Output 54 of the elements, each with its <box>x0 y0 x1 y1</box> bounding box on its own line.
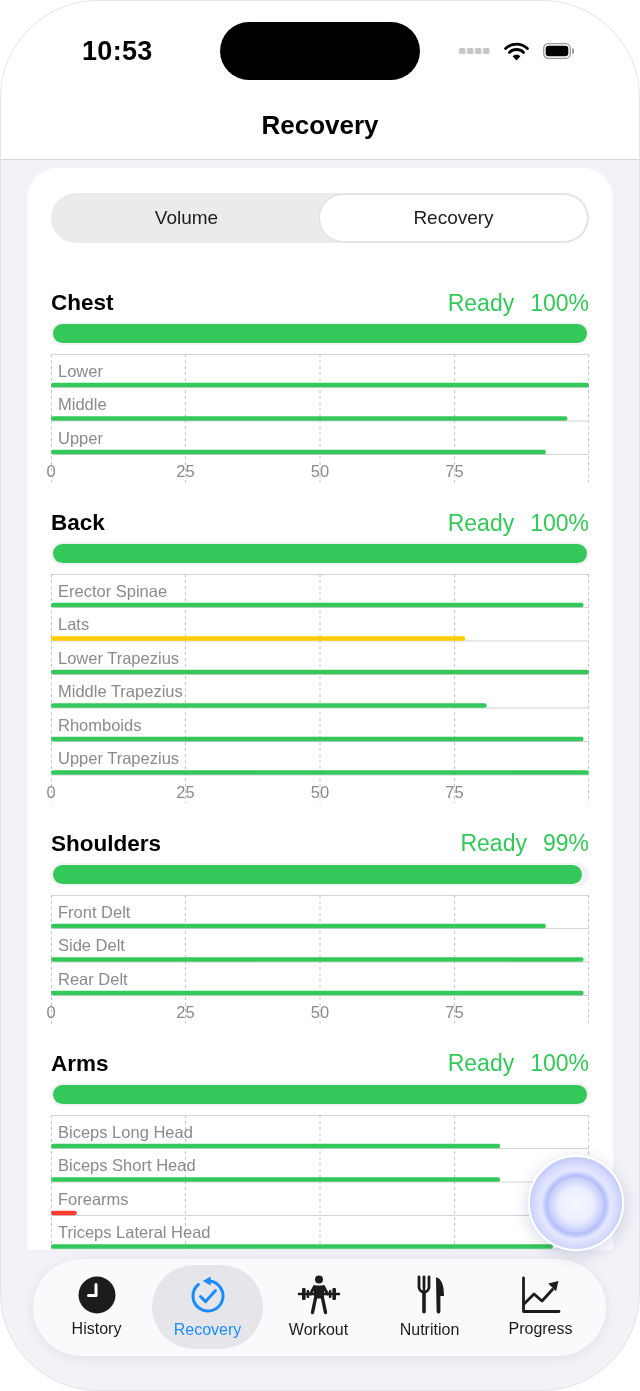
muscle-label: Upper <box>58 428 103 447</box>
muscle-label: Lats <box>58 615 90 633</box>
nav-title: Recovery <box>261 110 379 140</box>
muscle-label: Lower <box>58 361 103 380</box>
muscle-label: Rhomboids <box>58 715 142 734</box>
tab-button[interactable]: Nutrition <box>374 1265 485 1349</box>
weightlifter-icon <box>296 1275 341 1315</box>
muscle-label: Triceps Lateral Head <box>58 1222 211 1241</box>
line-chart-icon <box>520 1276 561 1314</box>
axis-tick-label: 75 <box>445 1002 464 1021</box>
wifi-icon <box>504 41 529 61</box>
axis-tick-label: 0 <box>46 1002 56 1021</box>
status-time: 10:53 <box>82 35 153 67</box>
percent-label: 100% <box>530 509 589 537</box>
muscle-label: Side Delt <box>58 935 125 954</box>
axis-tick-label: 0 <box>46 782 56 801</box>
axis-tick-label: 25 <box>176 782 195 801</box>
muscle-label: Upper Trapezius <box>58 749 180 767</box>
muscle-label: Rear Delt <box>58 969 128 987</box>
muscle-group-title: Shoulders <box>51 830 162 857</box>
muscle-group-title: Arms <box>51 1050 109 1077</box>
muscle-label: Biceps Short Head <box>58 1155 196 1174</box>
axis-tick-label: 25 <box>176 1002 195 1021</box>
segment-button[interactable]: Recovery <box>320 195 587 241</box>
muscle-label: Erector Spinae <box>58 581 168 600</box>
muscle-label: Middle <box>58 395 107 413</box>
muscle-label: Middle Trapezius <box>58 682 183 700</box>
tab-button[interactable]: History <box>41 1265 152 1349</box>
axis-tick-label: 25 <box>176 462 195 480</box>
muscle-label: Front Delt <box>58 902 131 920</box>
axis-tick-label: 50 <box>310 462 330 480</box>
status-label: Ready <box>460 830 527 857</box>
axis-tick-label: 50 <box>310 1002 330 1021</box>
segment-button[interactable]: Volume <box>53 195 320 241</box>
tab-button[interactable]: Workout <box>263 1265 374 1349</box>
axis-tick-label: 75 <box>445 462 464 480</box>
muscle-label: Lower Trapezius <box>58 648 180 667</box>
status-label: Ready <box>447 289 515 317</box>
battery-icon <box>543 43 574 59</box>
muscle-label: Biceps Long Head <box>58 1122 193 1140</box>
axis-tick-label: 50 <box>310 782 330 801</box>
axis-tick-label: 75 <box>445 782 464 801</box>
status-label: Ready <box>447 509 515 537</box>
clock-icon <box>77 1276 116 1314</box>
tab-button[interactable]: Progress <box>485 1265 596 1349</box>
percent-label: 100% <box>530 1050 589 1077</box>
muscle-label: Forearms <box>58 1189 129 1207</box>
percent-label: 100% <box>530 289 589 317</box>
percent-label: 99% <box>542 830 589 857</box>
signal-icon <box>459 48 490 54</box>
status-label: Ready <box>447 1050 515 1077</box>
muscle-group-title: Chest <box>51 290 114 316</box>
muscle-group-title: Back <box>51 510 105 536</box>
axis-tick-label: 0 <box>46 462 56 480</box>
